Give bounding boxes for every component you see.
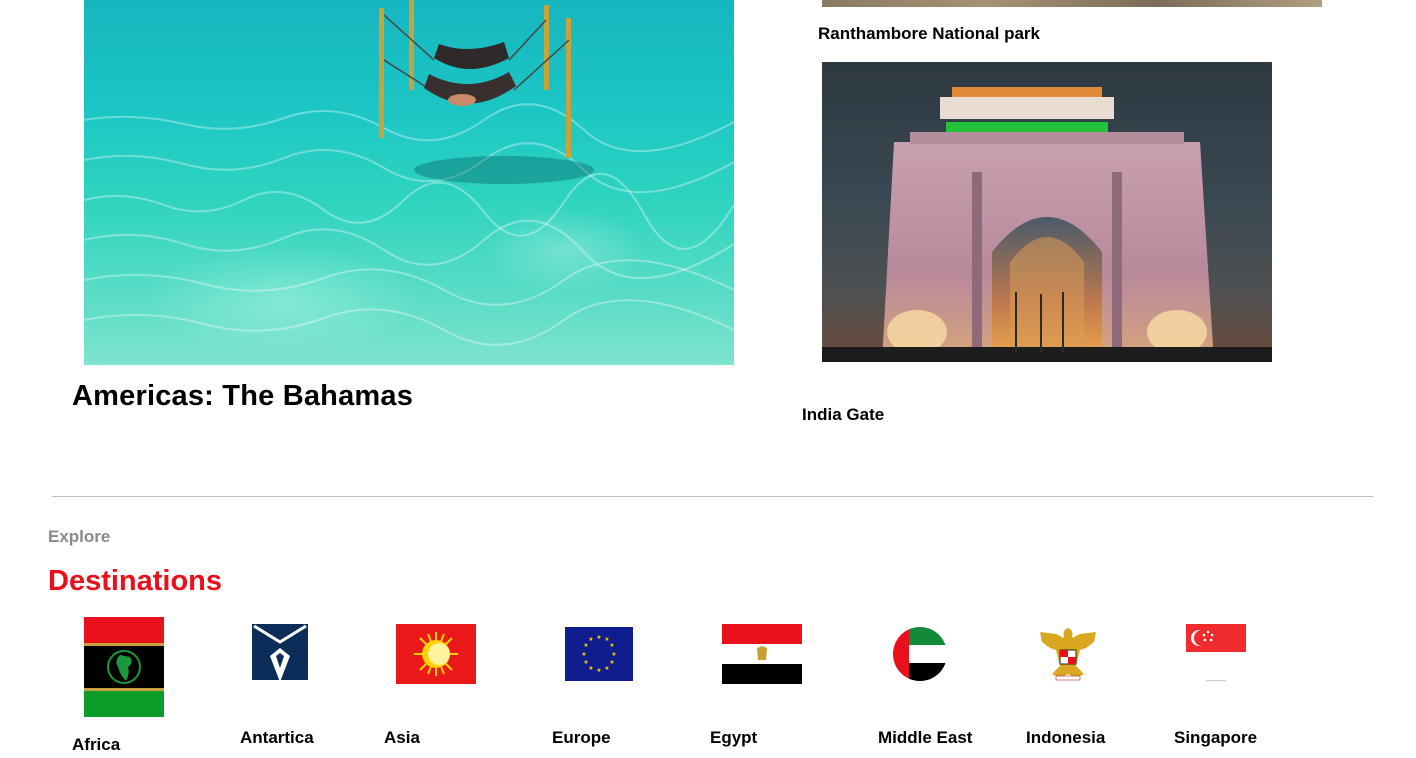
featured-caption[interactable]: Americas: The Bahamas [72, 380, 413, 413]
destination-egypt[interactable]: Egypt [710, 728, 757, 748]
antarctica-flag-icon[interactable] [252, 624, 308, 680]
svg-text:★: ★ [611, 651, 616, 658]
svg-text:★: ★ [588, 665, 593, 672]
destination-antartica[interactable]: Antartica [240, 728, 314, 748]
svg-text:★: ★ [596, 667, 601, 674]
ranthambore-photo[interactable] [822, 0, 1322, 7]
explore-kicker: Explore [48, 527, 111, 546]
svg-text:★: ★ [609, 659, 614, 666]
svg-text:★: ★ [609, 642, 614, 649]
svg-text:★: ★ [588, 636, 593, 643]
uae-circle-flag-icon[interactable] [893, 627, 947, 681]
destination-middle-east[interactable]: Middle East [878, 728, 972, 748]
destinations-heading: Destinations [48, 565, 223, 597]
india-gate-photo[interactable] [822, 62, 1272, 362]
african-union-flag-icon[interactable] [84, 617, 164, 717]
destination-europe[interactable]: Europe [552, 728, 611, 748]
eu-flag-icon[interactable]: ★ ★ ★ ★ ★ ★ ★ ★ ★ ★ ★ ★ [565, 627, 633, 681]
svg-text:★: ★ [583, 659, 588, 666]
asia-sun-flag-icon[interactable] [396, 624, 476, 684]
destination-singapore[interactable]: Singapore [1174, 728, 1257, 748]
section-divider [52, 496, 1373, 497]
bahamas-scene [84, 0, 734, 346]
bahamas-photo[interactable] [84, 0, 734, 365]
destination-asia[interactable]: Asia [384, 728, 420, 748]
svg-text:★: ★ [583, 642, 588, 649]
india-gate-scene [822, 87, 1272, 362]
india-gate-caption[interactable]: India Gate [802, 405, 884, 425]
garuda-emblem-icon[interactable] [1036, 622, 1100, 686]
svg-text:★: ★ [604, 665, 609, 672]
destination-indonesia[interactable]: Indonesia [1026, 728, 1105, 748]
singapore-flag-icon[interactable] [1186, 624, 1246, 686]
egypt-flag-icon[interactable] [722, 624, 802, 684]
svg-text:★: ★ [581, 651, 586, 658]
destination-africa[interactable]: Africa [72, 735, 120, 755]
ranthambore-caption[interactable]: Ranthambore National park [818, 24, 1040, 44]
svg-text:★: ★ [596, 634, 601, 641]
